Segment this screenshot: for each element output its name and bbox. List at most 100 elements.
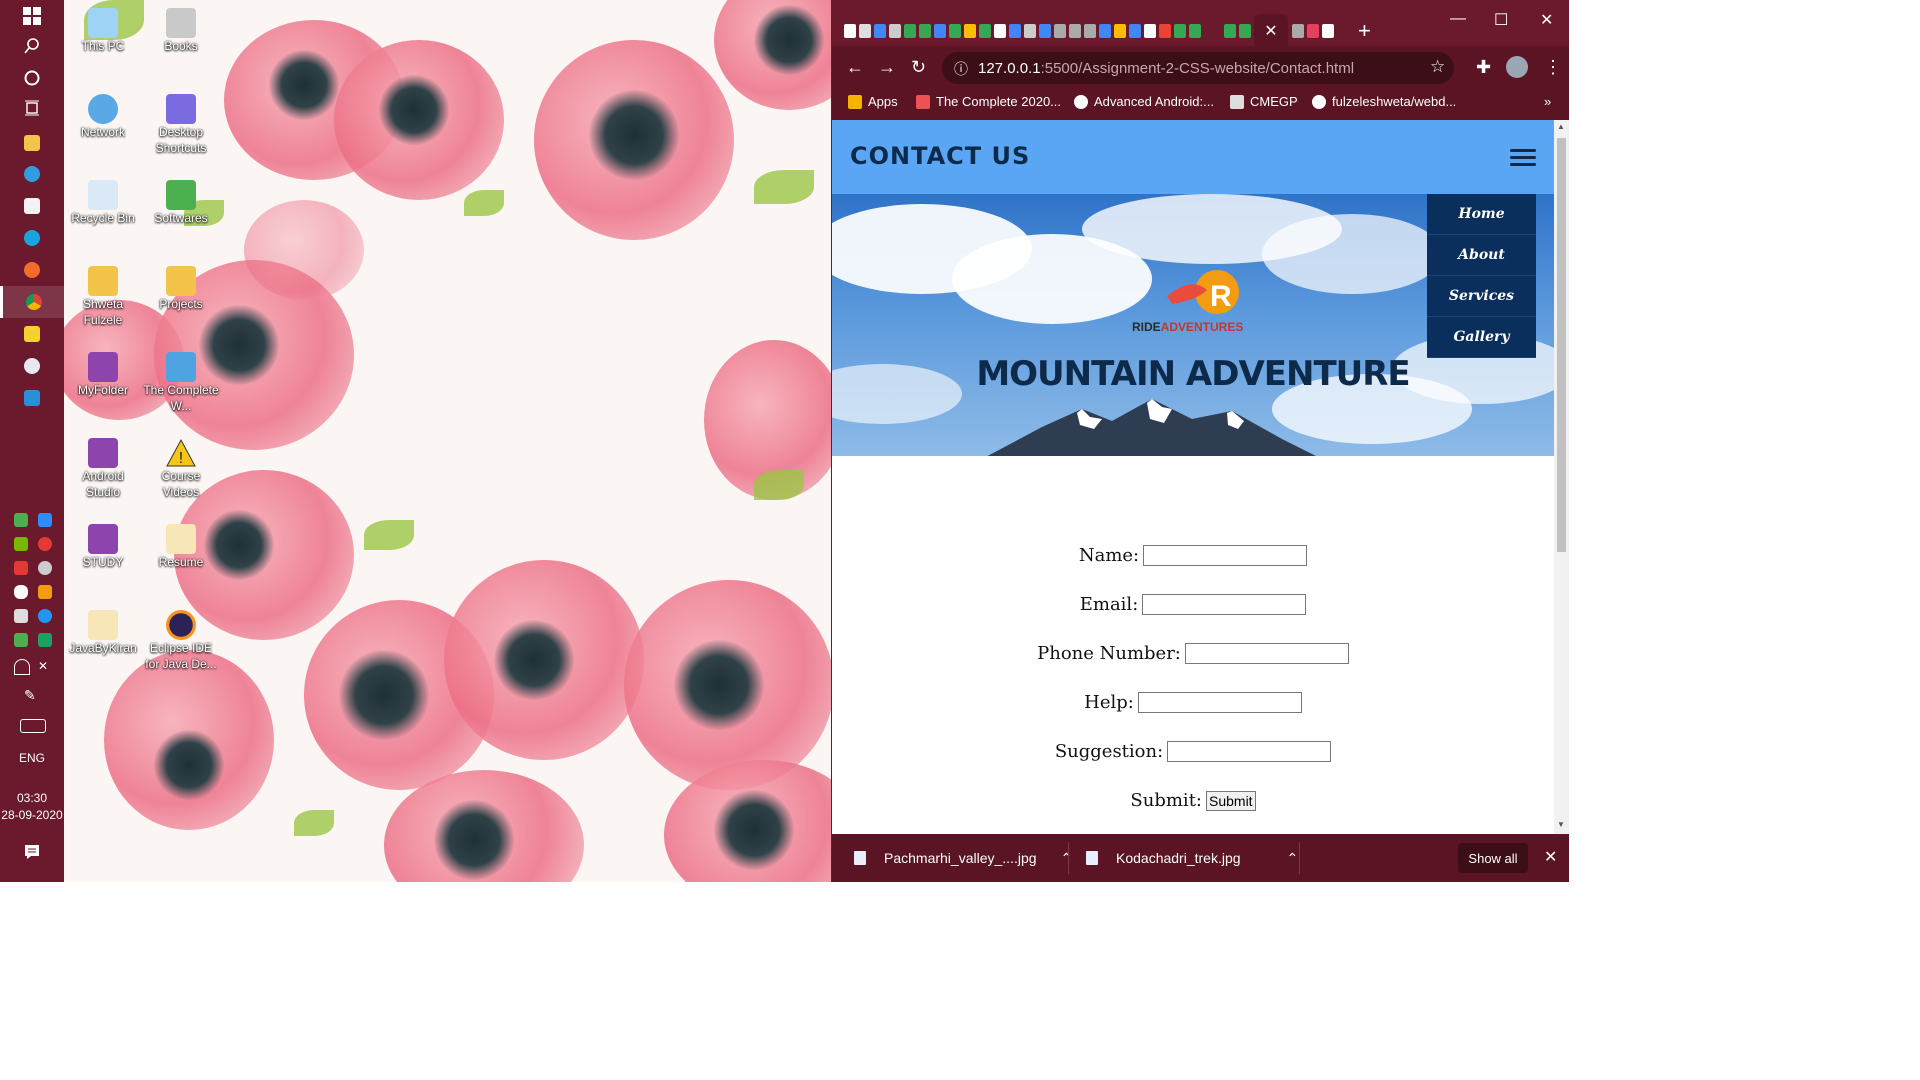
tab-favicon-9[interactable]: [964, 24, 976, 38]
tab-favicon-10[interactable]: [979, 24, 991, 38]
volume-muted-icon[interactable]: ✕: [38, 659, 52, 673]
close-window-button[interactable]: ✕: [1540, 10, 1553, 30]
app-button[interactable]: [0, 350, 64, 382]
profile-avatar[interactable]: [1506, 56, 1528, 78]
action-center-button[interactable]: [0, 836, 64, 868]
desktop-icon-android-studio[interactable]: Android Studio: [64, 438, 142, 500]
tray-nvidia-icon[interactable]: [14, 537, 28, 551]
desktop-icon-this-pc[interactable]: This PC: [64, 8, 142, 54]
wifi-icon[interactable]: [14, 659, 30, 675]
tray-whatsapp-icon[interactable]: [14, 513, 28, 527]
keyboard-icon[interactable]: [20, 719, 46, 733]
vscode-button[interactable]: [0, 382, 64, 414]
language-indicator[interactable]: ENG: [0, 751, 64, 765]
page-scrollbar[interactable]: ▲ ▼: [1554, 120, 1569, 834]
show-all-button[interactable]: Show all: [1458, 843, 1528, 873]
more-bookmarks-button[interactable]: »: [1544, 94, 1551, 109]
desktop-icon-recycle-bin[interactable]: Recycle Bin: [64, 180, 142, 226]
tab-favicon-8[interactable]: [949, 24, 961, 38]
desktop-icon-projects[interactable]: Projects: [142, 266, 220, 312]
desktop-icon-course-videos[interactable]: ! Course Videos: [142, 438, 220, 500]
desktop-icon-myfolder[interactable]: MyFolder: [64, 352, 142, 398]
clock-time[interactable]: 03:30: [0, 791, 64, 805]
info-icon[interactable]: ⓘ: [954, 59, 968, 79]
desktop-icon-javabykiran[interactable]: JavaByKiran: [64, 610, 142, 656]
tray-zoom-icon[interactable]: [38, 513, 52, 527]
tab-favicon-28[interactable]: [1307, 24, 1319, 38]
tab-favicon-21[interactable]: [1144, 24, 1156, 38]
tray-onedrive-icon[interactable]: [14, 585, 28, 599]
tab-favicon-3[interactable]: [874, 24, 886, 38]
tray-opera-icon[interactable]: [38, 537, 52, 551]
tab-favicon-4[interactable]: [889, 24, 901, 38]
url-text[interactable]: 127.0.0.1:5500/Assignment-2-CSS-website/…: [978, 60, 1354, 77]
address-bar[interactable]: ⓘ 127.0.0.1:5500/Assignment-2-CSS-websit…: [942, 52, 1454, 84]
edge-button[interactable]: [0, 158, 64, 190]
desktop-icon-network[interactable]: Network: [64, 94, 142, 140]
desktop-icon-eclipse[interactable]: Eclipse IDE for Java De...: [142, 610, 220, 672]
pen-icon[interactable]: ✎: [24, 688, 38, 702]
task-view-button[interactable]: [0, 92, 64, 124]
name-input[interactable]: [1143, 545, 1308, 566]
desktop-icon-the-complete[interactable]: The Complete W...: [142, 352, 220, 414]
hamburger-menu-icon[interactable]: [1510, 149, 1536, 167]
new-tab-button[interactable]: +: [1358, 18, 1371, 44]
submit-button[interactable]: Submit: [1206, 790, 1256, 811]
nav-about-link[interactable]: About: [1427, 235, 1536, 276]
tray-security-icon[interactable]: [14, 633, 28, 647]
clock-date[interactable]: 28-09-2020: [0, 808, 64, 822]
tray-bluetooth-icon[interactable]: [38, 609, 52, 623]
forward-button[interactable]: →: [878, 57, 896, 78]
cortana-button[interactable]: [0, 62, 64, 94]
close-download-bar-button[interactable]: ✕: [1544, 847, 1557, 867]
back-button[interactable]: ←: [846, 57, 864, 78]
bookmark-advanced-android[interactable]: Advanced Android:...: [1074, 94, 1214, 109]
bookmark-complete-2020[interactable]: The Complete 2020...: [916, 94, 1061, 109]
tab-favicon-2[interactable]: [859, 24, 871, 38]
tray-battery-icon[interactable]: [14, 609, 28, 623]
tray-anydesk-icon[interactable]: [14, 561, 28, 575]
desktop-icon-study[interactable]: STUDY: [64, 524, 142, 570]
tab-favicon-27[interactable]: [1292, 24, 1304, 38]
desktop-icon-resume[interactable]: Resume: [142, 524, 220, 570]
tab-favicon-6[interactable]: [919, 24, 931, 38]
desktop-icon-desktop-shortcuts[interactable]: Desktop Shortcuts: [142, 94, 220, 156]
tab-favicon-20[interactable]: [1129, 24, 1141, 38]
start-button[interactable]: [0, 0, 64, 32]
tab-favicon-7[interactable]: [934, 24, 946, 38]
tab-favicon-26[interactable]: [1239, 24, 1251, 38]
tab-favicon-11[interactable]: [994, 24, 1006, 38]
minimize-button[interactable]: —: [1450, 10, 1466, 28]
desktop-icon-shweta-fulzele[interactable]: Shweta Fulzele: [64, 266, 142, 328]
tab-favicon-12[interactable]: [1009, 24, 1021, 38]
desktop-icon-books[interactable]: Books: [142, 8, 220, 54]
nav-services-link[interactable]: Services: [1427, 276, 1536, 317]
download-item-2[interactable]: Kodachadri_trek.jpg ⌃: [1086, 834, 1298, 882]
tab-favicon-16[interactable]: [1069, 24, 1081, 38]
nav-home-link[interactable]: Home: [1427, 194, 1536, 235]
phone-input[interactable]: [1184, 643, 1349, 664]
nav-gallery-link[interactable]: Gallery: [1427, 317, 1536, 358]
extensions-button[interactable]: ✚: [1476, 57, 1491, 78]
scroll-up-icon[interactable]: ▲: [1557, 122, 1565, 131]
tab-favicon-14[interactable]: [1039, 24, 1051, 38]
tab-favicon-19[interactable]: [1114, 24, 1126, 38]
help-input[interactable]: [1137, 692, 1302, 713]
bookmark-github[interactable]: fulzeleshweta/webd...: [1312, 94, 1456, 109]
tray-q-icon[interactable]: [38, 633, 52, 647]
tray-sync-icon[interactable]: [38, 561, 52, 575]
chrome-button[interactable]: [0, 286, 64, 318]
skype-button[interactable]: [0, 222, 64, 254]
email-input[interactable]: [1142, 594, 1307, 615]
tray-java-icon[interactable]: [38, 585, 52, 599]
desktop-icon-softwares[interactable]: Softwares: [142, 180, 220, 226]
sticky-notes-button[interactable]: [0, 318, 64, 350]
reload-button[interactable]: ↻: [911, 57, 926, 78]
chevron-up-icon[interactable]: ⌃: [1061, 850, 1073, 867]
bookmark-cmegp[interactable]: CMEGP: [1230, 94, 1298, 109]
tab-favicon-24[interactable]: [1189, 24, 1201, 38]
chevron-up-icon[interactable]: ⌃: [1287, 850, 1299, 867]
bookmark-star-icon[interactable]: ☆: [1430, 57, 1445, 77]
tab-favicon-17[interactable]: [1084, 24, 1096, 38]
tab-favicon-18[interactable]: [1099, 24, 1111, 38]
